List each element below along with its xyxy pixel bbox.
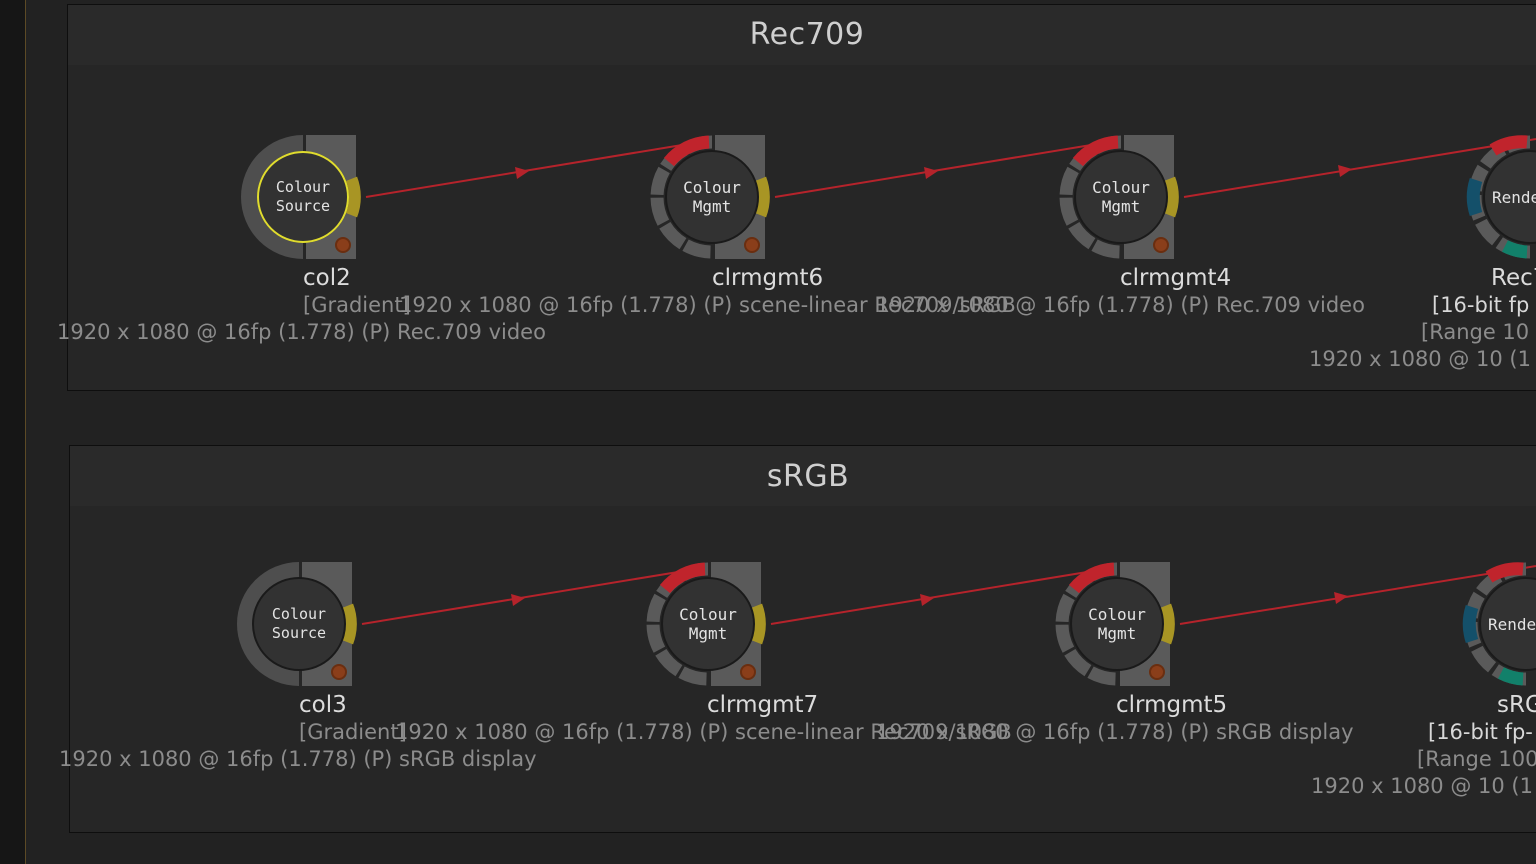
- node-name-render-rec709: Rec7: [1491, 265, 1536, 291]
- node-clrmgmt4[interactable]: Colour Mgmt: [1056, 132, 1186, 262]
- node-clrmgmt7[interactable]: Colour Mgmt: [643, 559, 773, 689]
- node-type-label: Colour Mgmt: [1092, 178, 1150, 216]
- node-name-col3: col3: [299, 692, 347, 718]
- node-type-label: Colour Source: [275, 178, 331, 215]
- node-render-rec709[interactable]: Rende: [1465, 132, 1536, 262]
- node-info-render-srgb: [Range 100: [1417, 747, 1536, 771]
- node-col2[interactable]: Colour Source: [238, 132, 368, 262]
- node-type-label: Rende: [1488, 614, 1536, 634]
- left-panel-strip: [0, 0, 25, 864]
- node-name-clrmgmt4: clrmgmt4: [1120, 265, 1232, 291]
- node-render-srgb[interactable]: Rende: [1461, 559, 1536, 689]
- node-type-label: Colour Mgmt: [683, 178, 741, 216]
- node-type-label: Rende: [1492, 187, 1536, 207]
- node-info-col2: [Gradient]: [303, 293, 411, 317]
- node-info-col2: 1920 x 1080 @ 16fp (1.778) (P) Rec.709 v…: [57, 320, 546, 344]
- node-info-clrmgmt5: 1920 x 1080 @ 16fp (1.778) (P) sRGB disp…: [876, 720, 1354, 744]
- node-info-render-rec709: [Range 10: [1421, 320, 1530, 344]
- node-clrmgmt5[interactable]: Colour Mgmt: [1052, 559, 1182, 689]
- node-type-label: Colour Mgmt: [1088, 605, 1146, 643]
- node-name-render-srgb: sRG: [1497, 692, 1536, 718]
- node-type-label: Colour Mgmt: [679, 605, 737, 643]
- node-info-col3: 1920 x 1080 @ 16fp (1.778) (P) sRGB disp…: [59, 747, 537, 771]
- node-col3[interactable]: Colour Source: [234, 559, 364, 689]
- node-info-clrmgmt4: 1920 x 1080 @ 16fp (1.778) (P) Rec.709 v…: [876, 293, 1365, 317]
- node-info-render-srgb: 1920 x 1080 @ 10 (1: [1311, 774, 1533, 798]
- node-clrmgmt6[interactable]: Colour Mgmt: [647, 132, 777, 262]
- node-name-clrmgmt7: clrmgmt7: [707, 692, 819, 718]
- node-info-render-rec709: [16-bit fp: [1432, 293, 1530, 317]
- node-info-render-srgb: [16-bit fp-: [1428, 720, 1533, 744]
- node-name-col2: col2: [303, 265, 351, 291]
- node-info-col3: [Gradient]: [299, 720, 407, 744]
- node-name-clrmgmt5: clrmgmt5: [1116, 692, 1228, 718]
- backdrop-title: sRGB: [766, 459, 850, 494]
- panel-divider[interactable]: [25, 0, 26, 864]
- node-type-label: Colour Source: [271, 605, 327, 642]
- node-name-clrmgmt6: clrmgmt6: [712, 265, 824, 291]
- node-info-render-rec709: 1920 x 1080 @ 10 (1: [1309, 347, 1531, 371]
- backdrop-title: Rec709: [749, 17, 865, 52]
